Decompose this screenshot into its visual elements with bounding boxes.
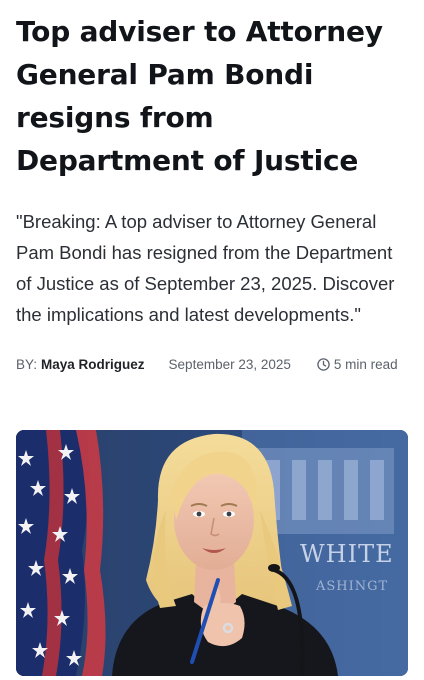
- article-summary: "Breaking: A top adviser to Attorney Gen…: [16, 211, 395, 325]
- read-time-label: 5 min read: [333, 356, 398, 372]
- read-time: 5 min read: [317, 357, 398, 372]
- hero-image[interactable]: WHITE ASHINGT: [16, 430, 408, 676]
- article-meta: BY: Maya Rodriguez September 23, 2025 5 …: [16, 354, 408, 374]
- clock-icon: [317, 357, 330, 371]
- author-name[interactable]: Maya Rodriguez: [41, 357, 145, 372]
- american-flag: [16, 430, 106, 676]
- article-headline: Top adviser to Attorney General Pam Bond…: [16, 15, 383, 177]
- sign-text-line2: ASHINGT: [315, 579, 388, 594]
- byline: BY: Maya Rodriguez: [16, 357, 145, 372]
- article-page: Top adviser to Attorney General Pam Bond…: [0, 0, 424, 680]
- byline-label: BY:: [16, 356, 38, 372]
- publish-date: September 23, 2025: [168, 356, 291, 372]
- sign-text-line1: WHITE: [300, 540, 394, 568]
